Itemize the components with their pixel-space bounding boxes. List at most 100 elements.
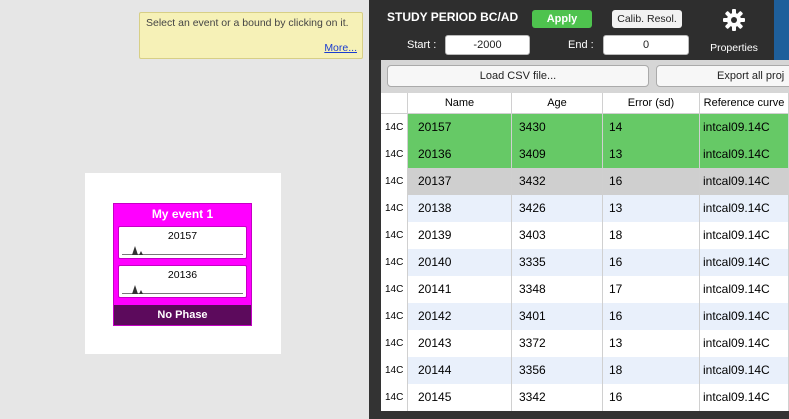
table-row[interactable]: 14C 20145 3342 16 intcal09.14C [381,384,789,411]
help-text: Select an event or a bound by clicking o… [146,17,349,29]
phase-bar[interactable]: No Phase [114,305,251,325]
table-cell-curve[interactable]: intcal09.14C [700,222,789,249]
date-curve-peak [139,290,143,294]
table-cell-method[interactable]: 14C [381,222,408,249]
column-header[interactable]: Age [512,93,603,114]
table-cell-name[interactable]: 20143 [408,330,512,357]
calib-resolution-button[interactable]: Calib. Resol. [612,10,682,28]
table-row[interactable]: 14C 20136 3409 13 intcal09.14C [381,141,789,168]
table-row[interactable]: 14C 20137 3432 16 intcal09.14C [381,168,789,195]
properties-button[interactable]: Properties [698,0,770,60]
table-cell-method[interactable]: 14C [381,114,408,141]
column-header[interactable]: Reference curve [700,93,789,114]
table-cell-name[interactable]: 20142 [408,303,512,330]
data-panel: STUDY PERIOD BC/AD Apply Calib. Resol. S… [369,0,789,419]
gear-icon [723,9,745,31]
date-item[interactable]: 20136 [118,265,247,298]
table-cell-age[interactable]: 3432 [512,168,603,195]
table-cell-curve[interactable]: intcal09.14C [700,114,789,141]
start-label: Start : [407,39,437,51]
properties-label: Properties [710,42,758,54]
panel-edge [774,0,789,60]
table-cell-error[interactable]: 16 [603,249,700,276]
table-cell-error[interactable]: 17 [603,276,700,303]
table-cell-error[interactable]: 16 [603,384,700,411]
table-cell-name[interactable]: 20145 [408,384,512,411]
table-cell-name[interactable]: 20157 [408,114,512,141]
table-cell-error[interactable]: 16 [603,303,700,330]
scene-view[interactable]: Select an event or a bound by clicking o… [0,0,369,419]
table-cell-age[interactable]: 3372 [512,330,603,357]
table-row[interactable]: 14C 20157 3430 14 intcal09.14C [381,114,789,141]
column-header[interactable]: Name [408,93,512,114]
table-header: Name Age Error (sd) Reference curve [381,93,789,114]
date-label: 20136 [167,269,198,281]
apply-button[interactable]: Apply [532,10,592,28]
table-cell-curve[interactable]: intcal09.14C [700,330,789,357]
table-row[interactable]: 14C 20144 3356 18 intcal09.14C [381,357,789,384]
table-cell-age[interactable]: 3356 [512,357,603,384]
table-cell-error[interactable]: 14 [603,114,700,141]
table-cell-curve[interactable]: intcal09.14C [700,357,789,384]
end-input[interactable] [603,35,689,55]
table-cell-name[interactable]: 20144 [408,357,512,384]
column-header[interactable]: Error (sd) [603,93,700,114]
end-label: End : [568,39,594,51]
table-cell-age[interactable]: 3403 [512,222,603,249]
table-cell-method[interactable]: 14C [381,195,408,222]
table-cell-curve[interactable]: intcal09.14C [700,384,789,411]
date-item[interactable]: 20157 [118,226,247,259]
table-cell-name[interactable]: 20139 [408,222,512,249]
table-cell-method[interactable]: 14C [381,168,408,195]
table-row[interactable]: 14C 20138 3426 13 intcal09.14C [381,195,789,222]
table-cell-curve[interactable]: intcal09.14C [700,141,789,168]
table-cell-curve[interactable]: intcal09.14C [700,195,789,222]
table-cell-error[interactable]: 16 [603,168,700,195]
table-row[interactable]: 14C 20140 3335 16 intcal09.14C [381,249,789,276]
table-cell-error[interactable]: 18 [603,222,700,249]
table-row[interactable]: 14C 20142 3401 16 intcal09.14C [381,303,789,330]
table-cell-name[interactable]: 20136 [408,141,512,168]
help-tooltip: Select an event or a bound by clicking o… [139,12,363,59]
study-period-title: STUDY PERIOD BC/AD [387,10,519,24]
table-cell-curve[interactable]: intcal09.14C [700,276,789,303]
table-cell-age[interactable]: 3409 [512,141,603,168]
table-cell-method[interactable]: 14C [381,249,408,276]
table-cell-age[interactable]: 3430 [512,114,603,141]
start-input[interactable] [445,35,530,55]
table-row[interactable]: 14C 20141 3348 17 intcal09.14C [381,276,789,303]
column-header[interactable] [381,93,408,114]
load-csv-button[interactable]: Load CSV file... [387,65,649,87]
table-row[interactable]: 14C 20143 3372 13 intcal09.14C [381,330,789,357]
date-label: 20157 [167,230,198,242]
table-cell-method[interactable]: 14C [381,357,408,384]
export-button[interactable]: Export all proj [656,65,789,87]
date-curve-peak [139,251,143,255]
table-cell-name[interactable]: 20140 [408,249,512,276]
table-cell-age[interactable]: 3401 [512,303,603,330]
table-cell-error[interactable]: 18 [603,357,700,384]
table-cell-method[interactable]: 14C [381,276,408,303]
table-cell-age[interactable]: 3335 [512,249,603,276]
event-title[interactable]: My event 1 [114,204,251,226]
table-cell-curve[interactable]: intcal09.14C [700,168,789,195]
table-cell-error[interactable]: 13 [603,195,700,222]
table-cell-curve[interactable]: intcal09.14C [700,303,789,330]
table-cell-error[interactable]: 13 [603,141,700,168]
more-link[interactable]: More... [324,42,357,54]
table-cell-age[interactable]: 3342 [512,384,603,411]
table-cell-name[interactable]: 20137 [408,168,512,195]
table-cell-name[interactable]: 20141 [408,276,512,303]
table-cell-curve[interactable]: intcal09.14C [700,249,789,276]
table-cell-method[interactable]: 14C [381,330,408,357]
table-cell-age[interactable]: 3426 [512,195,603,222]
table-cell-method[interactable]: 14C [381,141,408,168]
table-cell-age[interactable]: 3348 [512,276,603,303]
table-row[interactable]: 14C 20139 3403 18 intcal09.14C [381,222,789,249]
table-cell-method[interactable]: 14C [381,303,408,330]
event-box[interactable]: My event 1 20157 20136 No Phase [113,203,252,326]
table-cell-error[interactable]: 13 [603,330,700,357]
date-curve-peak [132,285,138,294]
table-cell-name[interactable]: 20138 [408,195,512,222]
table-cell-method[interactable]: 14C [381,384,408,411]
